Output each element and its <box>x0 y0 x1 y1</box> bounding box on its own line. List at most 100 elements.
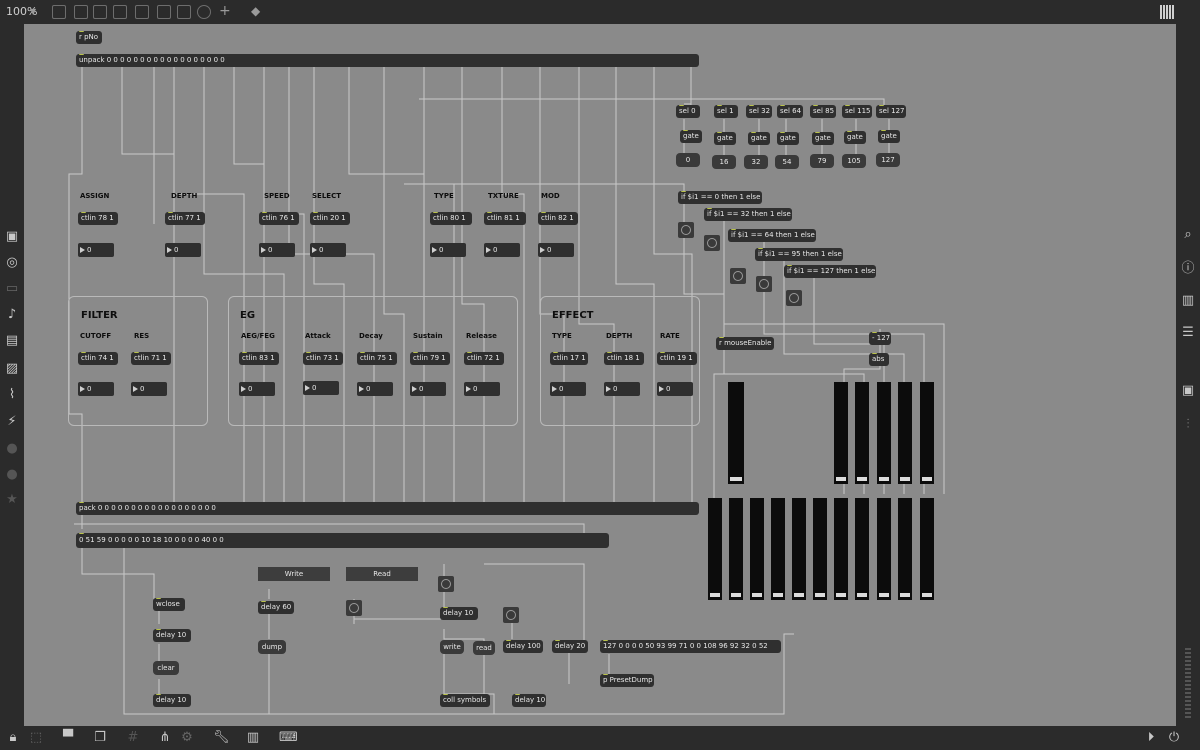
clip-icon[interactable]: ▭ <box>5 282 19 296</box>
keyboard-icon[interactable]: ⌨ <box>279 731 298 745</box>
segment-icon[interactable] <box>74 5 88 19</box>
msg-79[interactable]: 79 <box>810 154 834 168</box>
chevron-down-icon[interactable]: ▼ <box>30 4 36 20</box>
number-speed[interactable]: 0 <box>259 243 295 257</box>
sel-85[interactable]: sel 85 <box>810 105 836 118</box>
number-depth[interactable]: 0 <box>165 243 201 257</box>
object-icon[interactable] <box>135 5 149 19</box>
pack-object[interactable]: pack 0 0 0 0 0 0 0 0 0 0 0 0 0 0 0 0 0 0 <box>76 502 699 515</box>
wclose-object[interactable]: wclose <box>153 598 185 611</box>
comment-icon[interactable] <box>93 5 107 19</box>
gate-32[interactable]: gate <box>748 132 770 145</box>
slider-lower-1[interactable] <box>708 498 722 600</box>
ctlin-17[interactable]: ctlin 17 1 <box>550 352 588 365</box>
number-select[interactable]: 0 <box>310 243 346 257</box>
number-assign[interactable]: 0 <box>78 243 114 257</box>
lock-icon[interactable]: 🔒︎ <box>6 731 20 745</box>
camera-icon[interactable]: ▣ <box>1181 384 1195 398</box>
number-cutoff[interactable]: 0 <box>78 382 114 396</box>
slider-upper-2[interactable] <box>834 382 848 484</box>
piano-icon[interactable]: ▥ <box>246 731 260 745</box>
hierarchy-icon[interactable]: ⋔ <box>158 731 172 745</box>
ctlin-71[interactable]: ctlin 71 1 <box>131 352 171 365</box>
slider-upper-6[interactable] <box>920 382 934 484</box>
msg-127[interactable]: 127 <box>876 153 900 167</box>
ctlin-77[interactable]: ctlin 77 1 <box>165 212 205 225</box>
toggle-32[interactable] <box>704 235 720 251</box>
paint-icon[interactable]: ◆ <box>251 3 260 19</box>
sel-1[interactable]: sel 1 <box>714 105 738 118</box>
sequence-icon[interactable]: ▤ <box>5 334 19 348</box>
delay-10-object-d[interactable]: delay 10 <box>512 694 546 707</box>
if-127[interactable]: if $i1 == 127 then 1 else 0 <box>784 265 876 278</box>
ctlin-19[interactable]: ctlin 19 1 <box>657 352 697 365</box>
delay-20-object[interactable]: delay 20 <box>552 640 588 653</box>
paperclip-icon[interactable]: ⌇ <box>5 388 19 402</box>
slider-upper-5[interactable] <box>898 382 912 484</box>
delay-10-object-b[interactable]: delay 10 <box>153 694 191 707</box>
list-icon[interactable]: ☰ <box>1181 326 1195 340</box>
read-button[interactable]: Read <box>346 567 418 581</box>
number-fx-rate[interactable]: 0 <box>657 382 693 396</box>
dump-message[interactable]: dump <box>258 640 286 654</box>
if-32[interactable]: if $i1 == 32 then 1 else 0 <box>704 208 792 221</box>
debug-icon[interactable]: ⚙ <box>180 731 194 745</box>
star-icon[interactable]: ★ <box>5 493 19 507</box>
sel-127[interactable]: sel 127 <box>876 105 906 118</box>
gate-1[interactable]: gate <box>714 132 736 145</box>
slider-lower-8[interactable] <box>855 498 869 600</box>
package-icon[interactable]: ▣ <box>5 230 19 244</box>
if-0[interactable]: if $i1 == 0 then 1 else 0 <box>678 191 762 204</box>
if-64[interactable]: if $i1 == 64 then 1 else 0 <box>728 229 816 242</box>
play-icon[interactable]: ⏵ <box>1144 731 1158 745</box>
ctlin-82[interactable]: ctlin 82 1 <box>538 212 578 225</box>
msg-16[interactable]: 16 <box>712 155 736 169</box>
ctlin-20[interactable]: ctlin 20 1 <box>310 212 350 225</box>
ctlin-80[interactable]: ctlin 80 1 <box>430 212 472 225</box>
number-aeg-feg[interactable]: 0 <box>239 382 275 396</box>
msg-0[interactable]: 0 <box>676 153 700 167</box>
ctlin-79[interactable]: ctlin 79 1 <box>410 352 450 365</box>
write-button[interactable]: Write <box>258 567 330 581</box>
number-icon[interactable] <box>177 5 191 19</box>
ctlin-76[interactable]: ctlin 76 1 <box>259 212 299 225</box>
toggle-127[interactable] <box>786 290 802 306</box>
number-attack[interactable]: 0 <box>303 381 339 395</box>
delay-60-object[interactable]: delay 60 <box>258 601 294 614</box>
sel-64[interactable]: sel 64 <box>777 105 803 118</box>
gate-85[interactable]: gate <box>812 132 834 145</box>
delay-10-object-a[interactable]: delay 10 <box>153 629 191 642</box>
msg-32[interactable]: 32 <box>744 155 768 169</box>
slider-lower-9[interactable] <box>877 498 891 600</box>
ctlin-72[interactable]: ctlin 72 1 <box>464 352 504 365</box>
gate-64[interactable]: gate <box>777 132 799 145</box>
number-release[interactable]: 0 <box>464 382 500 396</box>
slider-lower-7[interactable] <box>834 498 848 600</box>
slider-upper-3[interactable] <box>855 382 869 484</box>
number-type[interactable]: 0 <box>430 243 466 257</box>
coll-symbols-object[interactable]: coll symbols <box>440 694 490 707</box>
sel-115[interactable]: sel 115 <box>842 105 872 118</box>
receive-mouse-enable[interactable]: r mouseEnable <box>716 337 774 350</box>
toggle-64[interactable] <box>730 268 746 284</box>
read-message[interactable]: read <box>473 641 495 655</box>
slider-lower-4[interactable] <box>771 498 785 600</box>
gate-115[interactable]: gate <box>844 131 866 144</box>
patcher-canvas[interactable]: r pNo unpack 0 0 0 0 0 0 0 0 0 0 0 0 0 0… <box>24 24 1176 726</box>
slider-lower-3[interactable] <box>750 498 764 600</box>
preset-list-message[interactable]: 127 0 0 0 0 50 93 99 71 0 0 108 96 92 32… <box>600 640 781 653</box>
number-decay[interactable]: 0 <box>357 382 393 396</box>
unpack-object[interactable]: unpack 0 0 0 0 0 0 0 0 0 0 0 0 0 0 0 0 0… <box>76 54 699 67</box>
number-res[interactable]: 0 <box>131 382 167 396</box>
power-icon[interactable]: ⏻ <box>1167 731 1181 745</box>
number-fx-type[interactable]: 0 <box>550 382 586 396</box>
if-95[interactable]: if $i1 == 95 then 1 else 0 <box>755 248 843 261</box>
slider-icon[interactable] <box>157 5 171 19</box>
gate-0[interactable]: gate <box>680 130 702 143</box>
ctlin-18[interactable]: ctlin 18 1 <box>604 352 644 365</box>
dial-icon[interactable] <box>197 5 211 19</box>
add-icon[interactable]: + <box>219 3 231 19</box>
ctlin-78[interactable]: ctlin 78 1 <box>78 212 118 225</box>
wrench-icon[interactable]: 🔧︎ <box>213 731 230 745</box>
sel-0[interactable]: sel 0 <box>676 105 700 118</box>
